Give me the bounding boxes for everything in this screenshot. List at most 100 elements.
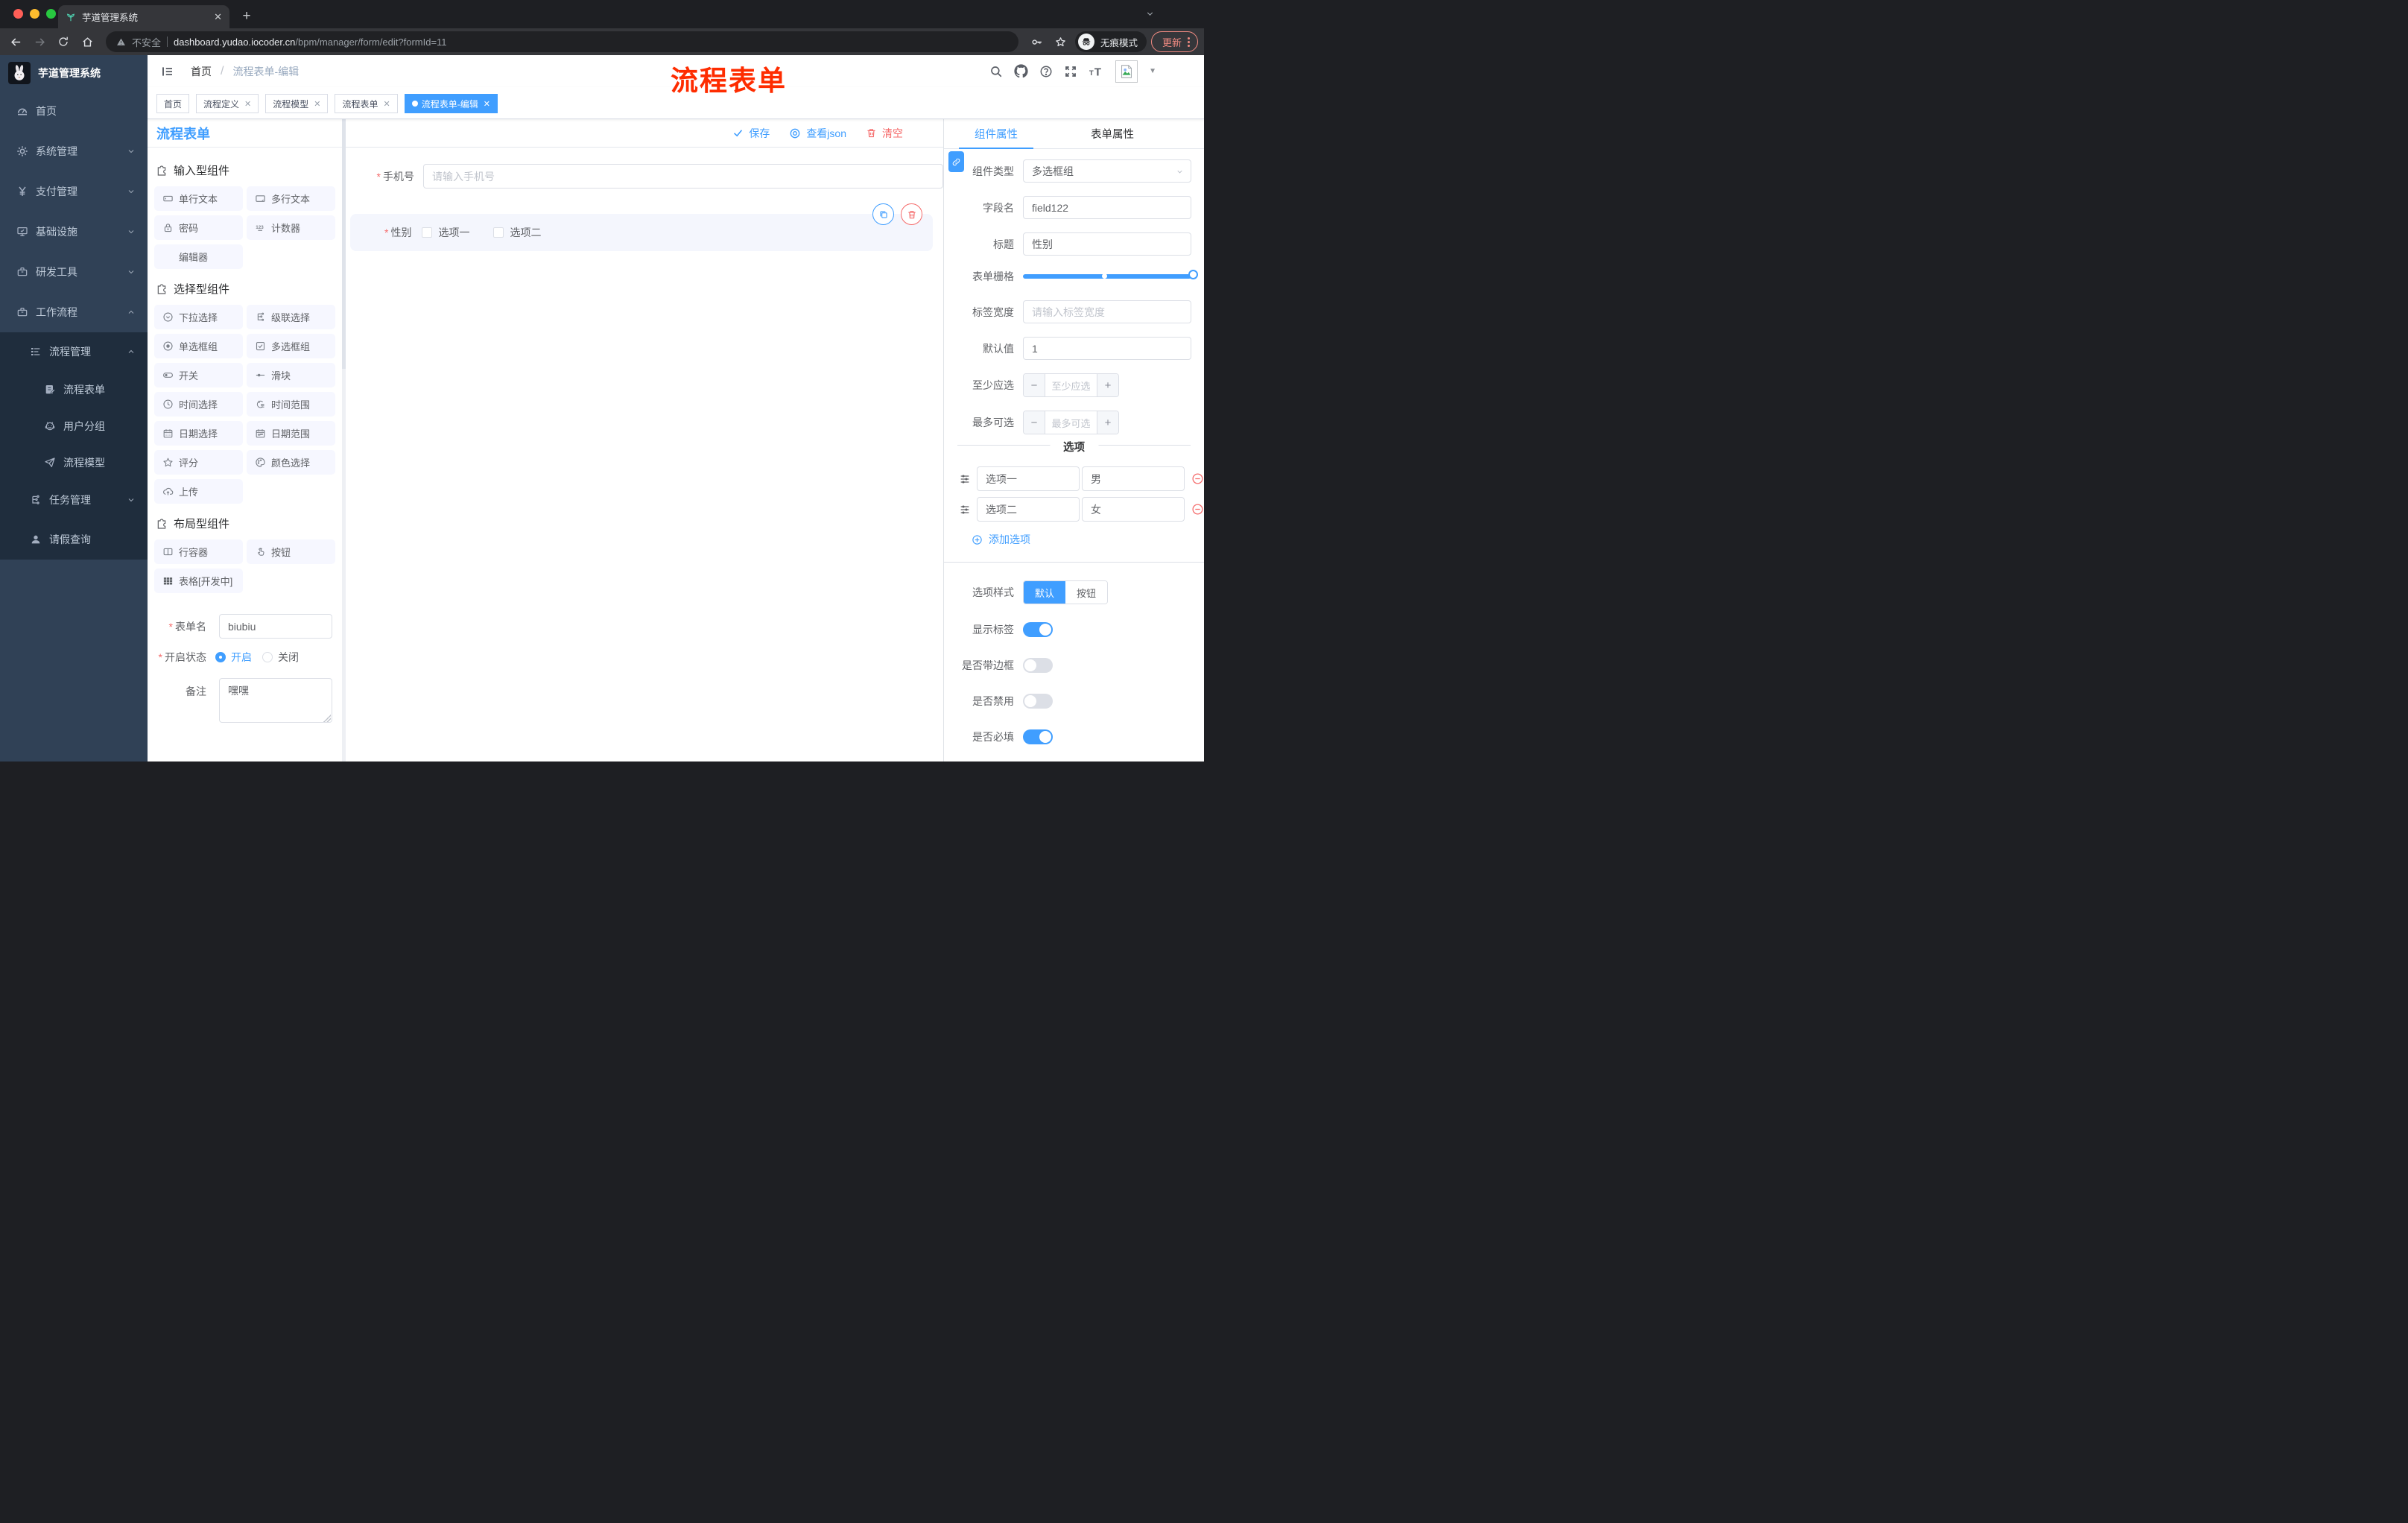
reload-button[interactable] [54,32,73,51]
font-size-icon[interactable] [1089,63,1104,79]
save-button[interactable]: 保存 [732,126,770,141]
app-logo[interactable]: 芋道管理系统 [0,55,148,91]
sidebar-item-payment[interactable]: 支付管理 [0,171,148,212]
sidebar-item-workflow[interactable]: 工作流程 [0,292,148,332]
password-key-icon[interactable] [1027,32,1047,51]
drag-handle-icon[interactable] [959,473,971,485]
option1-label-input[interactable] [977,466,1080,491]
user-avatar[interactable] [1115,60,1138,83]
palette-item-select[interactable]: 下拉选择 [154,305,243,329]
max-select-value[interactable]: 最多可选 [1045,411,1097,434]
fullscreen-icon[interactable] [1064,65,1077,78]
slider-handle[interactable] [1188,270,1198,279]
palette-item-counter[interactable]: 计数器 [247,215,335,240]
bookmark-star-icon[interactable] [1051,32,1071,51]
palette-item-switch[interactable]: 开关 [154,363,243,387]
status-off-label[interactable]: 关闭 [278,650,299,665]
back-button[interactable] [6,32,25,51]
component-type-select[interactable] [1023,159,1191,183]
tag-process-definition[interactable]: 流程定义 ✕ [196,94,259,113]
tabstrip-chevron-icon[interactable] [1145,9,1155,19]
palette-item-editor[interactable]: 编辑器 [154,244,243,269]
required-toggle[interactable] [1023,729,1053,744]
option2-label-input[interactable] [977,497,1080,522]
checkbox-option2-label[interactable]: 选项二 [510,225,541,240]
title-input[interactable] [1023,232,1191,256]
address-bar[interactable]: 不安全 dashboard.yudao.iocoder.cn/bpm/manag… [106,31,1018,52]
tag-process-form[interactable]: 流程表单 ✕ [335,94,398,113]
new-tab-button[interactable]: + [237,7,256,26]
status-on-label[interactable]: 开启 [231,650,252,665]
checkbox-option1-label[interactable]: 选项一 [438,225,469,240]
stepper-minus-button[interactable]: − [1024,411,1045,434]
drag-handle-icon[interactable] [959,504,971,516]
palette-item-slider[interactable]: 滑块 [247,363,335,387]
status-radio-off[interactable] [262,652,273,662]
sidebar-item-system[interactable]: 系统管理 [0,131,148,171]
traffic-light-zoom[interactable] [46,9,56,19]
delete-component-button[interactable] [901,203,922,225]
tab-component-props[interactable]: 组件属性 [959,119,1033,148]
update-button[interactable]: 更新 [1150,31,1198,52]
palette-item-radio-group[interactable]: 单选框组 [154,334,243,358]
clear-button[interactable]: 清空 [866,126,903,141]
tag-close-icon[interactable]: ✕ [484,99,490,109]
palette-item-row-container[interactable]: 行容器 [154,539,243,564]
stepper-plus-button[interactable]: + [1097,374,1118,396]
sidebar-item-task-mgmt[interactable]: 任务管理 [0,481,148,519]
palette-item-time-range[interactable]: 时间范围 [247,392,335,417]
tab-close-icon[interactable]: ✕ [214,11,222,23]
tag-close-icon[interactable]: ✕ [314,99,320,109]
palette-item-checkbox-group[interactable]: 多选框组 [247,334,335,358]
palette-item-date-picker[interactable]: 日期选择 [154,421,243,446]
tab-form-props[interactable]: 表单属性 [1075,119,1150,148]
phone-field[interactable]: * 手机号 [346,164,943,189]
grid-slider[interactable] [1023,270,1198,279]
sidebar-item-process-model[interactable]: 流程模型 [0,444,148,481]
duplicate-component-button[interactable] [872,203,894,225]
form-name-input[interactable] [219,614,332,639]
home-button[interactable] [77,32,97,51]
palette-item-color-picker[interactable]: 颜色选择 [247,450,335,475]
border-toggle[interactable] [1023,658,1053,673]
palette-item-upload[interactable]: 上传 [154,479,243,504]
show-label-toggle[interactable] [1023,622,1053,637]
option2-value-input[interactable] [1082,497,1185,522]
browser-tab[interactable]: 芋道管理系统 ✕ [58,5,229,28]
github-icon[interactable] [1014,64,1028,78]
sidebar-item-devtools[interactable]: 研发工具 [0,252,148,292]
forward-button[interactable] [30,32,49,51]
palette-item-rate[interactable]: 评分 [154,450,243,475]
panel-link-toggle[interactable] [948,151,964,172]
palette-item-date-range[interactable]: 日期范围 [247,421,335,446]
collapse-sidebar-icon[interactable] [161,65,174,78]
field-name-input[interactable] [1023,196,1191,219]
traffic-light-minimize[interactable] [30,9,39,19]
sidebar-item-home[interactable]: 首页 [0,91,148,131]
tag-close-icon[interactable]: ✕ [244,99,251,109]
palette-item-table[interactable]: 表格[开发中] [154,569,243,593]
palette-item-single-text[interactable]: 单行文本 [154,186,243,211]
tag-close-icon[interactable]: ✕ [384,99,390,109]
tag-process-form-edit[interactable]: 流程表单-编辑 ✕ [404,94,498,113]
selected-component-gender[interactable]: * 性别 选项一 选项二 [350,203,933,251]
add-option-button[interactable]: 添加选项 [972,532,1204,547]
option1-value-input[interactable] [1082,466,1185,491]
status-radio-on[interactable] [215,652,226,662]
style-default-button[interactable]: 默认 [1024,581,1065,604]
min-select-value[interactable]: 至少应选 [1045,374,1097,396]
help-icon[interactable] [1039,65,1053,78]
sidebar-item-user-group[interactable]: 用户分组 [0,408,148,444]
breadcrumb-home[interactable]: 首页 [191,64,212,79]
palette-item-multi-text[interactable]: 多行文本 [247,186,335,211]
view-json-button[interactable]: 查看json [789,126,846,141]
remove-option-icon[interactable] [1191,503,1204,516]
stepper-plus-button[interactable]: + [1097,411,1118,434]
resize-handle[interactable] [323,715,331,722]
palette-item-time-picker[interactable]: 时间选择 [154,392,243,417]
style-button-button[interactable]: 按钮 [1065,581,1107,604]
disabled-toggle[interactable] [1023,694,1053,709]
sidebar-item-leave-query[interactable]: 请假查询 [0,519,148,560]
palette-item-button[interactable]: 按钮 [247,539,335,564]
default-value-input[interactable] [1023,337,1191,360]
